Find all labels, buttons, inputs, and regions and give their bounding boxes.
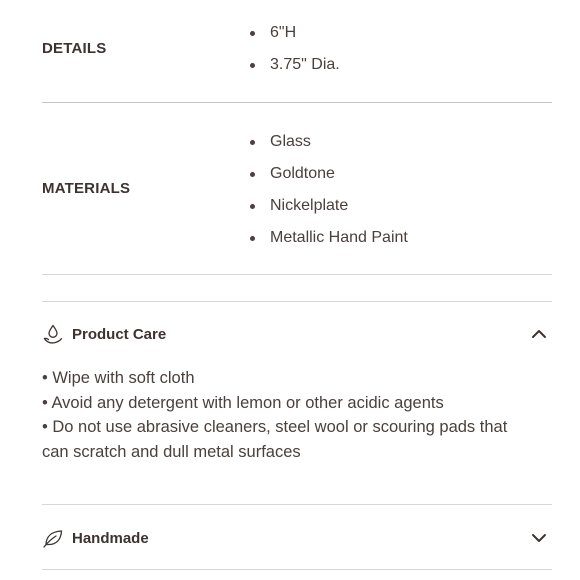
details-item: 6"H: [249, 23, 340, 55]
materials-item: Glass: [249, 132, 408, 164]
divider: [42, 504, 552, 505]
divider: [42, 569, 552, 570]
materials-label: MATERIALS: [42, 180, 131, 197]
divider: [42, 274, 552, 275]
care-line: • Avoid any detergent with lemon or othe…: [42, 393, 444, 412]
handmade-accordion-header[interactable]: Handmade: [42, 526, 552, 550]
water-drop-hand-icon: [42, 323, 64, 345]
leaf-icon: [42, 527, 64, 549]
materials-item: Goldtone: [249, 164, 408, 196]
divider: [42, 301, 552, 302]
materials-item: Metallic Hand Paint: [249, 228, 408, 260]
chevron-down-icon[interactable]: [530, 529, 548, 547]
product-care-title: Product Care: [72, 325, 167, 343]
handmade-title: Handmade: [72, 529, 149, 547]
chevron-up-icon[interactable]: [530, 325, 548, 343]
product-care-accordion-header[interactable]: Product Care: [42, 322, 552, 346]
care-line: • Wipe with soft cloth: [42, 369, 195, 387]
details-label: DETAILS: [42, 40, 107, 57]
materials-list: Glass Goldtone Nickelplate Metallic Hand…: [249, 132, 408, 260]
materials-item: Nickelplate: [249, 196, 408, 228]
care-line: • Do not use abrasive cleaners, steel wo…: [42, 418, 508, 461]
details-list: 6"H 3.75" Dia.: [249, 23, 340, 87]
product-care-content: • Wipe with soft cloth • Avoid any deter…: [42, 366, 532, 464]
details-item: 3.75" Dia.: [249, 55, 340, 87]
divider: [42, 102, 552, 103]
